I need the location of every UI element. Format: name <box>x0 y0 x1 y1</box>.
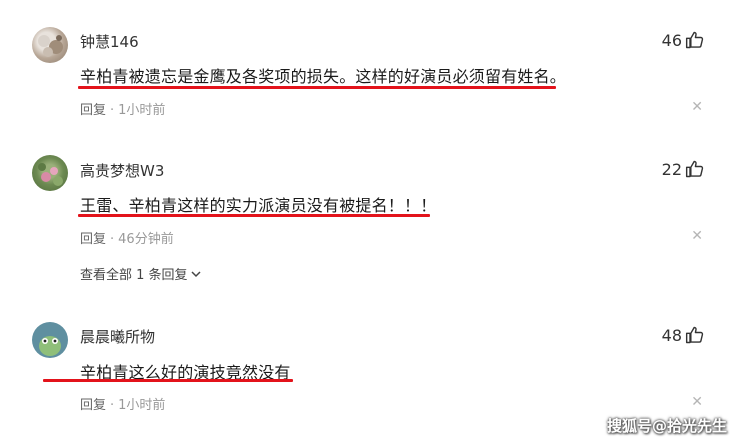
like-button[interactable]: 46 <box>662 30 705 50</box>
thumbs-up-icon <box>685 31 704 49</box>
like-count: 48 <box>661 325 682 345</box>
like-count: 46 <box>661 30 682 50</box>
avatar-image <box>38 35 63 57</box>
like-button[interactable]: 22 <box>662 159 705 179</box>
like-count: 22 <box>661 159 682 179</box>
like-button[interactable]: 48 <box>662 325 705 345</box>
view-replies-label: 查看全部 1 条回复 <box>80 268 188 283</box>
comment-meta: 回复 · 1小时前 <box>80 99 165 118</box>
meta-separator: · <box>110 103 115 118</box>
avatar[interactable] <box>32 27 68 63</box>
comment-text: 辛柏青被遗忘是金鹰及各奖项的损失。这样的好演员必须留有姓名。 <box>80 67 567 86</box>
comment-text: 王雷、辛柏青这样的实力派演员没有被提名！！！ <box>80 196 437 215</box>
thumbs-up-icon <box>685 160 704 178</box>
username[interactable]: 钟慧146 <box>80 31 139 52</box>
close-icon[interactable]: ✕ <box>691 100 703 114</box>
highlight-underline <box>78 214 430 217</box>
close-icon[interactable]: ✕ <box>691 395 703 409</box>
avatar[interactable] <box>32 155 68 191</box>
avatar[interactable] <box>32 322 68 358</box>
reply-button[interactable]: 回复 <box>80 103 106 118</box>
chevron-down-icon <box>191 270 201 277</box>
comment-meta: 回复 · 46分钟前 <box>80 228 174 247</box>
timestamp: 46分钟前 <box>118 232 174 247</box>
comment-meta: 回复 · 1小时前 <box>80 394 165 413</box>
avatar-image <box>39 336 61 356</box>
watermark: 搜狐号@拾光先生 <box>606 417 727 435</box>
timestamp: 1小时前 <box>118 398 166 413</box>
timestamp: 1小时前 <box>118 103 166 118</box>
highlight-underline <box>78 86 556 89</box>
avatar-image <box>38 163 63 186</box>
username[interactable]: 高贵梦想W3 <box>80 160 164 181</box>
view-replies-link[interactable]: 查看全部 1 条回复 <box>80 264 202 283</box>
highlight-underline <box>43 379 293 382</box>
meta-separator: · <box>110 398 115 413</box>
close-icon[interactable]: ✕ <box>691 229 703 243</box>
reply-button[interactable]: 回复 <box>80 398 106 413</box>
username[interactable]: 晨晨曦所物 <box>80 326 155 347</box>
meta-separator: · <box>110 232 115 247</box>
thumbs-up-icon <box>685 326 704 344</box>
reply-button[interactable]: 回复 <box>80 232 106 247</box>
